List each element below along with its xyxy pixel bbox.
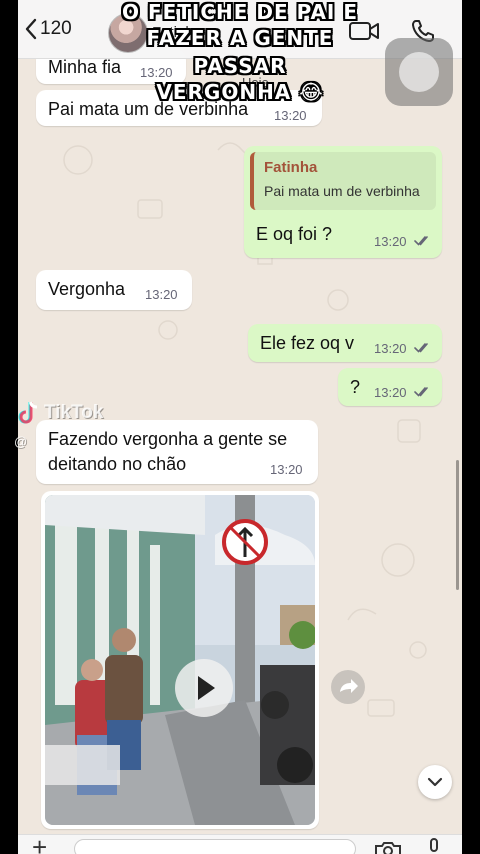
double-check-icon	[414, 387, 428, 397]
message-time: 13:20	[270, 462, 303, 477]
forward-icon	[340, 679, 358, 693]
play-button[interactable]	[175, 659, 233, 717]
camera-button[interactable]	[374, 841, 402, 854]
message-input-bar: +	[18, 834, 462, 854]
forward-button[interactable]	[331, 670, 365, 704]
message-time: 13:20	[374, 234, 407, 249]
quoted-text: Pai mata um de verbinha	[264, 183, 420, 199]
video-caption-line: O FETICHE DE PAI E	[121, 0, 358, 24]
message-time: 13:20	[374, 341, 407, 356]
video-thumbnail[interactable]	[45, 495, 315, 825]
incoming-message[interactable]: Vergonha 13:20	[36, 270, 192, 310]
scrollbar[interactable]	[456, 460, 459, 590]
scroll-to-bottom-button[interactable]	[418, 765, 452, 799]
outgoing-message[interactable]: ? 13:20	[338, 368, 442, 406]
microphone-icon	[430, 838, 438, 852]
quoted-author: Fatinha	[264, 159, 318, 176]
tiktok-brand: TikTok	[44, 402, 104, 423]
tiktok-watermark: TikTok	[18, 400, 103, 426]
incoming-message[interactable]: Fazendo vergonha a gente se deitando no …	[36, 420, 318, 484]
message-text-line: deitando no chão	[48, 454, 187, 474]
microphone-button[interactable]	[426, 838, 442, 854]
message-input[interactable]	[74, 839, 356, 854]
tiktok-logo-icon	[18, 401, 38, 424]
message-time: 13:20	[145, 287, 178, 302]
video-message[interactable]	[41, 491, 319, 829]
assistive-touch-button[interactable]	[385, 38, 453, 106]
message-text-line: Fazendo vergonha a gente se	[48, 429, 288, 449]
outgoing-message[interactable]: Fatinha Pai mata um de verbinha E oq foi…	[244, 146, 442, 258]
message-text: Ele fez oq v	[260, 333, 355, 353]
message-time: 13:20	[374, 385, 407, 400]
message-text: E oq foi ?	[256, 224, 333, 244]
camera-icon	[375, 842, 401, 854]
message-time: 13:20	[274, 108, 307, 123]
tiktok-handle: @	[14, 434, 28, 449]
message-text: Vergonha	[48, 279, 126, 299]
double-check-icon	[414, 236, 428, 246]
chat-screen: 120 Fatinha Hoje Minha fia 13:20 Pai mat…	[18, 0, 462, 854]
outgoing-message[interactable]: Ele fez oq v 13:20	[248, 324, 442, 362]
message-text: ?	[350, 377, 361, 397]
double-check-icon	[414, 343, 428, 353]
street-scene-image	[45, 495, 315, 825]
plus-icon[interactable]: +	[32, 834, 47, 854]
chevron-down-icon	[427, 777, 443, 787]
quoted-message[interactable]: Fatinha Pai mata um de verbinha	[250, 152, 436, 210]
